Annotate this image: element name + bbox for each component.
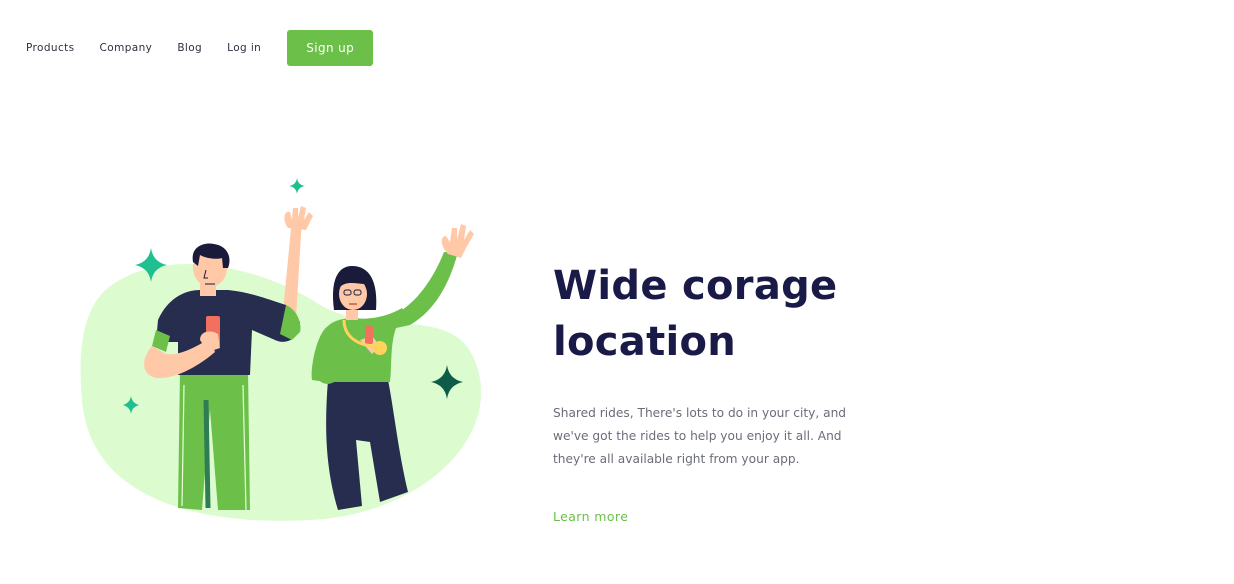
hero-description: Shared rides, There's lots to do in your… (553, 406, 847, 466)
learn-more-link[interactable]: Learn more (553, 509, 628, 524)
nav-products-link[interactable]: Products (26, 42, 75, 54)
nav-login-link[interactable]: Log in (227, 42, 261, 54)
signup-button[interactable]: Sign up (287, 30, 374, 66)
hero-title-line1: Wide corage (553, 263, 838, 309)
nav-company-link[interactable]: Company (100, 42, 153, 54)
page: Products Company Blog Log in Sign up Wid… (0, 0, 1234, 584)
sparkle-icon (289, 178, 305, 194)
hero-illustration (80, 178, 482, 521)
hero-title-line2: location (553, 319, 737, 365)
top-nav: Products Company Blog Log in Sign up (26, 30, 374, 66)
nav-blog-link[interactable]: Blog (177, 42, 202, 54)
hero-title: Wide corage location (553, 258, 913, 370)
